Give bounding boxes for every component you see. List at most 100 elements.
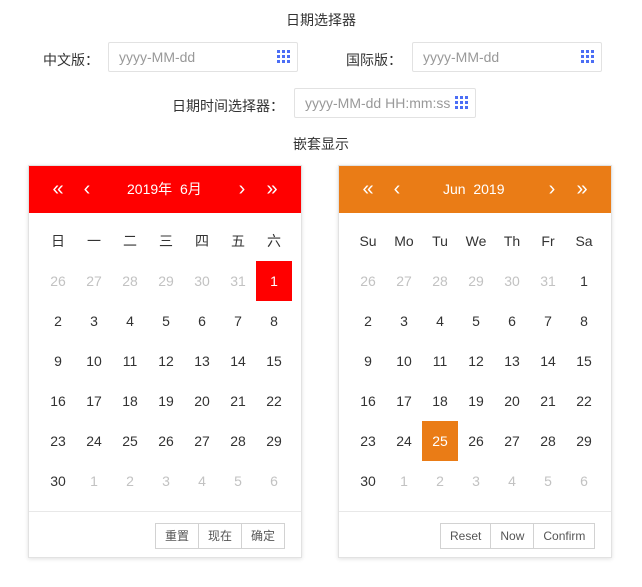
datetime-input[interactable] bbox=[305, 89, 455, 117]
day-cell[interactable]: 6 bbox=[184, 301, 220, 341]
datetime-field[interactable] bbox=[294, 88, 476, 118]
year-month-display[interactable]: 2019年 6月 bbox=[127, 166, 202, 213]
intl-date-input[interactable] bbox=[423, 43, 573, 71]
day-cell[interactable]: 5 bbox=[148, 301, 184, 341]
day-cell[interactable]: 7 bbox=[220, 301, 256, 341]
day-cell[interactable]: 12 bbox=[148, 341, 184, 381]
day-cell[interactable]: 29 bbox=[256, 421, 292, 461]
day-cell[interactable]: 11 bbox=[422, 341, 458, 381]
year-label[interactable]: 2019年 bbox=[127, 181, 172, 197]
day-cell[interactable]: 8 bbox=[256, 301, 292, 341]
day-cell-other-month[interactable]: 27 bbox=[76, 261, 112, 301]
cn-date-field[interactable] bbox=[108, 42, 298, 72]
day-cell[interactable]: 21 bbox=[220, 381, 256, 421]
calendar-grid-icon[interactable] bbox=[277, 50, 291, 64]
next-year-icon[interactable]: » bbox=[259, 176, 285, 202]
cn-date-input[interactable] bbox=[119, 43, 269, 71]
day-cell[interactable]: 18 bbox=[112, 381, 148, 421]
confirm-button[interactable]: 确定 bbox=[242, 523, 286, 549]
day-cell-other-month[interactable]: 6 bbox=[256, 461, 292, 501]
day-cell[interactable]: 13 bbox=[184, 341, 220, 381]
day-cell-other-month[interactable]: 26 bbox=[40, 261, 76, 301]
day-cell-other-month[interactable]: 6 bbox=[566, 461, 602, 501]
next-year-icon[interactable]: » bbox=[569, 176, 595, 202]
day-cell[interactable]: 15 bbox=[256, 341, 292, 381]
day-cell-other-month[interactable]: 2 bbox=[112, 461, 148, 501]
day-cell[interactable]: 9 bbox=[350, 341, 386, 381]
day-cell[interactable]: 4 bbox=[112, 301, 148, 341]
day-cell-other-month[interactable]: 1 bbox=[386, 461, 422, 501]
next-month-icon[interactable]: › bbox=[232, 176, 252, 202]
day-cell-selected[interactable]: 1 bbox=[256, 261, 292, 301]
day-cell[interactable]: 21 bbox=[530, 381, 566, 421]
day-cell[interactable]: 17 bbox=[386, 381, 422, 421]
now-button[interactable]: 现在 bbox=[199, 523, 243, 549]
prev-year-icon[interactable]: « bbox=[355, 176, 381, 202]
day-cell[interactable]: 5 bbox=[458, 301, 494, 341]
day-cell[interactable]: 28 bbox=[530, 421, 566, 461]
day-cell[interactable]: 30 bbox=[40, 461, 76, 501]
day-cell[interactable]: 23 bbox=[40, 421, 76, 461]
day-cell-other-month[interactable]: 28 bbox=[422, 261, 458, 301]
day-cell-other-month[interactable]: 29 bbox=[148, 261, 184, 301]
day-cell[interactable]: 22 bbox=[256, 381, 292, 421]
confirm-button[interactable]: Confirm bbox=[534, 523, 596, 549]
day-cell-other-month[interactable]: 5 bbox=[220, 461, 256, 501]
month-label[interactable]: 6月 bbox=[180, 181, 202, 197]
day-cell[interactable]: 27 bbox=[184, 421, 220, 461]
day-cell-other-month[interactable]: 4 bbox=[494, 461, 530, 501]
day-cell[interactable]: 20 bbox=[184, 381, 220, 421]
day-cell-other-month[interactable]: 27 bbox=[386, 261, 422, 301]
day-cell[interactable]: 10 bbox=[76, 341, 112, 381]
day-cell[interactable]: 23 bbox=[350, 421, 386, 461]
day-cell-other-month[interactable]: 30 bbox=[184, 261, 220, 301]
now-button[interactable]: Now bbox=[491, 523, 535, 549]
day-cell[interactable]: 17 bbox=[76, 381, 112, 421]
day-cell[interactable]: 18 bbox=[422, 381, 458, 421]
day-cell-other-month[interactable]: 3 bbox=[148, 461, 184, 501]
day-cell-other-month[interactable]: 29 bbox=[458, 261, 494, 301]
day-cell-selected[interactable]: 25 bbox=[422, 421, 458, 461]
day-cell[interactable]: 22 bbox=[566, 381, 602, 421]
reset-button[interactable]: 重置 bbox=[155, 523, 200, 549]
day-cell-other-month[interactable]: 26 bbox=[350, 261, 386, 301]
day-cell[interactable]: 27 bbox=[494, 421, 530, 461]
prev-year-icon[interactable]: « bbox=[45, 176, 71, 202]
day-cell[interactable]: 3 bbox=[76, 301, 112, 341]
calendar-grid-icon[interactable] bbox=[455, 96, 469, 110]
day-cell[interactable]: 1 bbox=[566, 261, 602, 301]
day-cell-other-month[interactable]: 5 bbox=[530, 461, 566, 501]
day-cell[interactable]: 3 bbox=[386, 301, 422, 341]
day-cell-other-month[interactable]: 31 bbox=[220, 261, 256, 301]
day-cell-other-month[interactable]: 1 bbox=[76, 461, 112, 501]
day-cell[interactable]: 24 bbox=[76, 421, 112, 461]
day-cell-other-month[interactable]: 4 bbox=[184, 461, 220, 501]
day-cell[interactable]: 25 bbox=[112, 421, 148, 461]
year-label[interactable]: 2019 bbox=[473, 181, 504, 197]
day-cell[interactable]: 26 bbox=[148, 421, 184, 461]
day-cell-other-month[interactable]: 2 bbox=[422, 461, 458, 501]
calendar-grid-icon[interactable] bbox=[581, 50, 595, 64]
day-cell[interactable]: 14 bbox=[530, 341, 566, 381]
prev-month-icon[interactable]: ‹ bbox=[77, 176, 97, 202]
day-cell[interactable]: 20 bbox=[494, 381, 530, 421]
day-cell[interactable]: 30 bbox=[350, 461, 386, 501]
day-cell[interactable]: 10 bbox=[386, 341, 422, 381]
day-cell-other-month[interactable]: 3 bbox=[458, 461, 494, 501]
day-cell[interactable]: 9 bbox=[40, 341, 76, 381]
day-cell[interactable]: 12 bbox=[458, 341, 494, 381]
day-cell-other-month[interactable]: 31 bbox=[530, 261, 566, 301]
day-cell-other-month[interactable]: 28 bbox=[112, 261, 148, 301]
day-cell[interactable]: 14 bbox=[220, 341, 256, 381]
day-cell[interactable]: 13 bbox=[494, 341, 530, 381]
day-cell[interactable]: 19 bbox=[458, 381, 494, 421]
day-cell[interactable]: 15 bbox=[566, 341, 602, 381]
day-cell[interactable]: 29 bbox=[566, 421, 602, 461]
next-month-icon[interactable]: › bbox=[542, 176, 562, 202]
prev-month-icon[interactable]: ‹ bbox=[387, 176, 407, 202]
year-month-display[interactable]: Jun 2019 bbox=[443, 166, 505, 213]
day-cell[interactable]: 16 bbox=[350, 381, 386, 421]
day-cell[interactable]: 11 bbox=[112, 341, 148, 381]
day-cell[interactable]: 24 bbox=[386, 421, 422, 461]
day-cell[interactable]: 4 bbox=[422, 301, 458, 341]
